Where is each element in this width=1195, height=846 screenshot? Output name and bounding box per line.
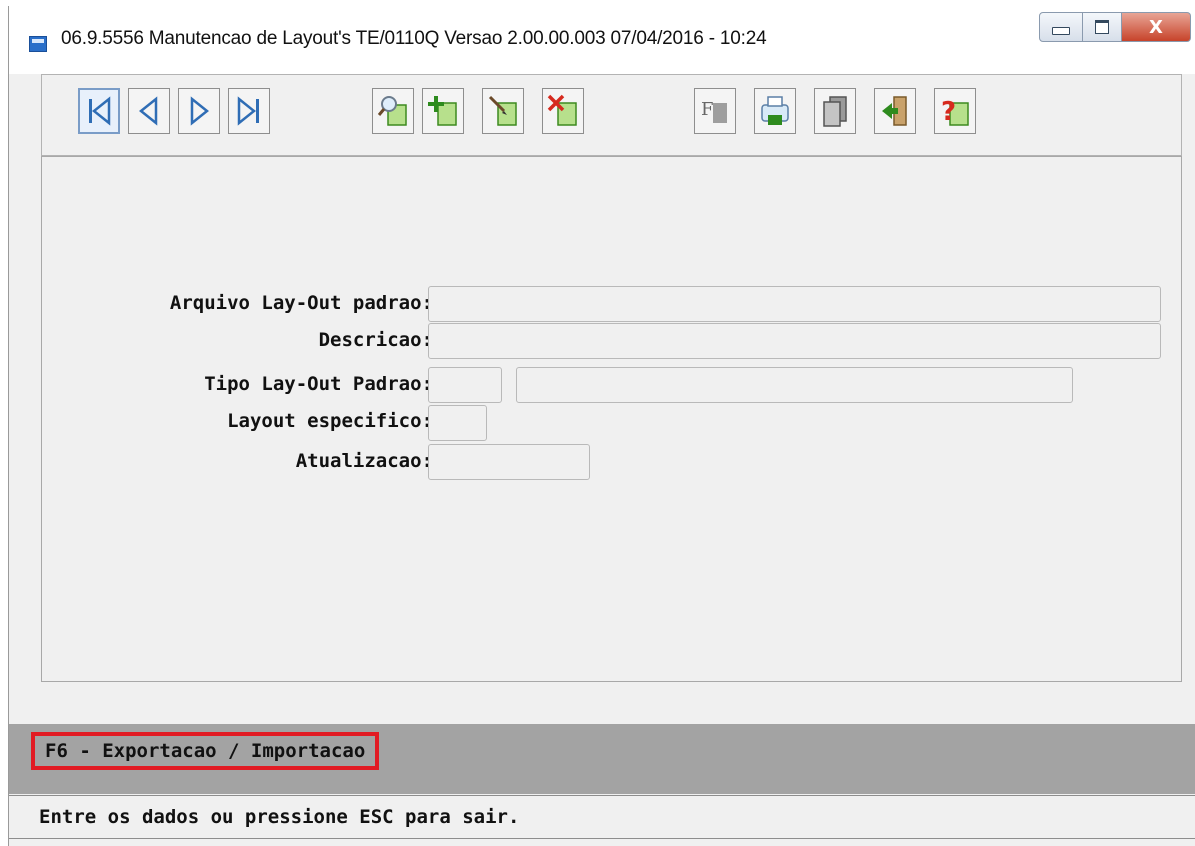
maximize-icon [1095, 20, 1109, 34]
first-icon [89, 96, 111, 126]
filter-icon: F [701, 99, 727, 123]
window-title: 06.9.5556 Manutencao de Layout's TE/0110… [61, 28, 767, 49]
form-panel: Arquivo Lay-Out padrao: Descricao: Tipo … [41, 156, 1182, 682]
app-window: 06.9.5556 Manutencao de Layout's TE/0110… [8, 6, 1195, 846]
search-icon [377, 96, 407, 126]
atualizacao-label: Atualizacao: [295, 450, 433, 472]
status-bar: Entre os dados ou pressione ESC para sai… [9, 795, 1195, 839]
tipo-layout-label: Tipo Lay-Out Padrao: [204, 373, 433, 395]
descricao-label: Descricao: [318, 329, 433, 351]
function-key-bar: F6 - Exportacao / Importacao [9, 724, 1195, 794]
arquivo-label: Arquivo Lay-Out padrao: [169, 292, 433, 314]
edit-icon [488, 95, 517, 126]
arquivo-layout-input[interactable] [428, 286, 1161, 322]
print-button[interactable] [754, 88, 796, 134]
svg-text:?: ? [941, 97, 956, 127]
close-button[interactable]: X [1122, 12, 1191, 42]
atualizacao-input[interactable] [428, 444, 590, 480]
search-button[interactable] [372, 88, 414, 134]
previous-icon [138, 96, 158, 126]
minimize-icon [1052, 27, 1070, 35]
add-icon [428, 96, 457, 126]
maximize-button[interactable] [1083, 12, 1122, 42]
close-icon: X [1149, 16, 1163, 38]
tipo-layout-code-input[interactable] [428, 367, 502, 403]
next-icon [190, 96, 210, 126]
add-button[interactable] [422, 88, 464, 134]
status-message: Entre os dados ou pressione ESC para sai… [39, 806, 520, 828]
last-record-button[interactable] [228, 88, 270, 134]
layout-especifico-input[interactable] [428, 405, 487, 441]
delete-icon [547, 94, 577, 126]
help-button[interactable]: ? [934, 88, 976, 134]
exit-button[interactable] [874, 88, 916, 134]
title-bar: 06.9.5556 Manutencao de Layout's TE/0110… [9, 6, 1195, 74]
help-icon: ? [941, 97, 969, 127]
app-icon [29, 36, 47, 52]
tipo-layout-description-field [516, 367, 1073, 403]
edit-button[interactable] [482, 88, 524, 134]
filter-button[interactable]: F [694, 88, 736, 134]
window-controls: X [1039, 12, 1191, 42]
descricao-input[interactable] [428, 323, 1161, 359]
delete-button[interactable] [542, 88, 584, 134]
print-icon [761, 96, 789, 125]
last-icon [237, 96, 259, 126]
exit-icon [882, 96, 907, 126]
copy-button[interactable] [814, 88, 856, 134]
first-record-button[interactable] [78, 88, 120, 134]
minimize-button[interactable] [1039, 12, 1083, 42]
f6-export-import-button[interactable]: F6 - Exportacao / Importacao [31, 732, 380, 770]
svg-text:F: F [701, 99, 714, 120]
toolbar: F ? [41, 74, 1182, 156]
copy-icon [823, 96, 847, 127]
next-record-button[interactable] [178, 88, 220, 134]
layout-especifico-label: Layout especifico: [227, 410, 433, 432]
previous-record-button[interactable] [128, 88, 170, 134]
